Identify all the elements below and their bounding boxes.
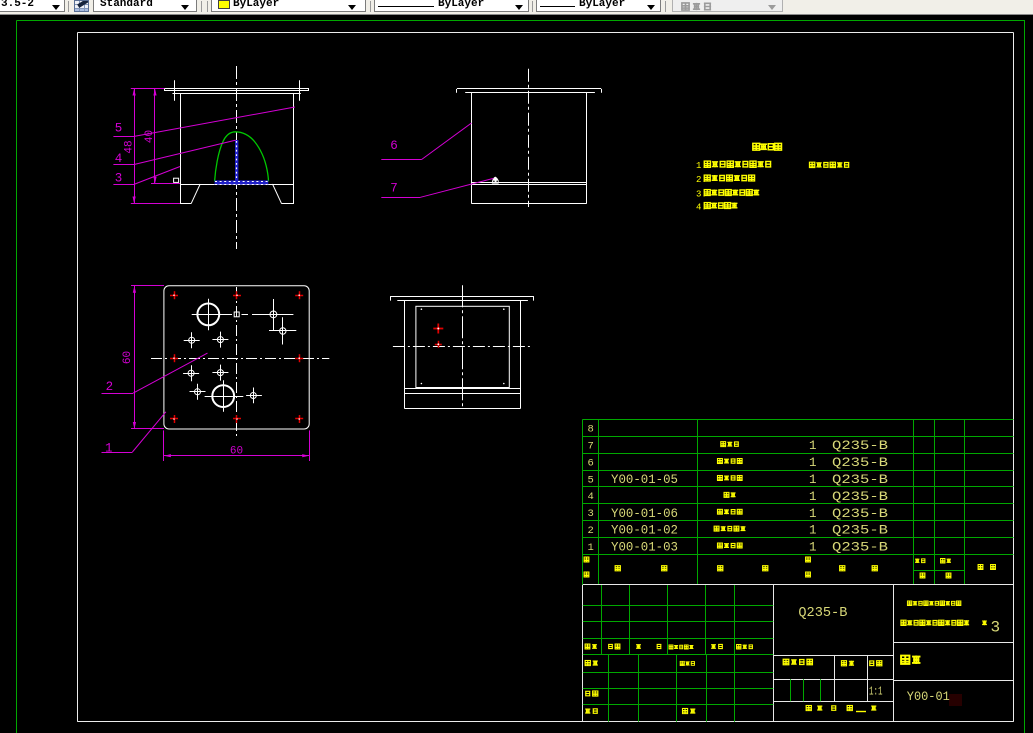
svg-text:Q235-B: Q235-B — [832, 490, 889, 504]
svg-text:Q235-B: Q235-B — [832, 456, 889, 470]
svg-text:2: 2 — [106, 380, 114, 394]
svg-text:5: 5 — [115, 122, 123, 136]
svg-text:48: 48 — [124, 140, 136, 153]
svg-text:4: 4 — [115, 152, 123, 166]
svg-text:60: 60 — [230, 446, 243, 458]
svg-text:1:1: 1:1 — [869, 685, 883, 699]
svg-text:3: 3 — [588, 508, 594, 520]
svg-text:1: 1 — [809, 439, 817, 453]
svg-text:1: 1 — [809, 541, 817, 555]
svg-text:8: 8 — [588, 424, 594, 436]
svg-text:Q235-B: Q235-B — [832, 541, 889, 555]
svg-text:40: 40 — [144, 130, 156, 143]
svg-text:Q235-B: Q235-B — [832, 524, 889, 538]
svg-text:Y00-01-06: Y00-01-06 — [611, 506, 678, 521]
svg-text:Y00-01-03: Y00-01-03 — [611, 540, 678, 555]
svg-text:6: 6 — [588, 457, 594, 469]
svg-text:Y00-01-02: Y00-01-02 — [611, 523, 678, 538]
svg-text:Y00-01-05: Y00-01-05 — [611, 472, 678, 487]
svg-text:1: 1 — [809, 490, 817, 504]
svg-text:Q235-B: Q235-B — [832, 507, 889, 521]
svg-text:3: 3 — [991, 619, 1001, 637]
svg-text:1: 1 — [809, 507, 817, 521]
svg-text:1: 1 — [809, 524, 817, 538]
svg-text:1: 1 — [809, 456, 817, 470]
svg-text:Y00-01: Y00-01 — [907, 689, 950, 704]
svg-text:6: 6 — [390, 139, 398, 153]
svg-text:Q235-B: Q235-B — [832, 473, 889, 487]
svg-text:Q235-B: Q235-B — [832, 439, 889, 453]
svg-text:7: 7 — [588, 440, 594, 452]
svg-text:Q235-B: Q235-B — [798, 605, 847, 621]
svg-text:1: 1 — [809, 473, 817, 487]
svg-text:7: 7 — [390, 182, 398, 196]
svg-text:60: 60 — [122, 351, 134, 364]
svg-text:4: 4 — [588, 491, 594, 503]
svg-text:1: 1 — [105, 442, 113, 456]
svg-text:2: 2 — [588, 525, 594, 537]
svg-text:3: 3 — [115, 172, 123, 186]
svg-text:5: 5 — [588, 474, 594, 486]
svg-text:1: 1 — [588, 542, 594, 554]
